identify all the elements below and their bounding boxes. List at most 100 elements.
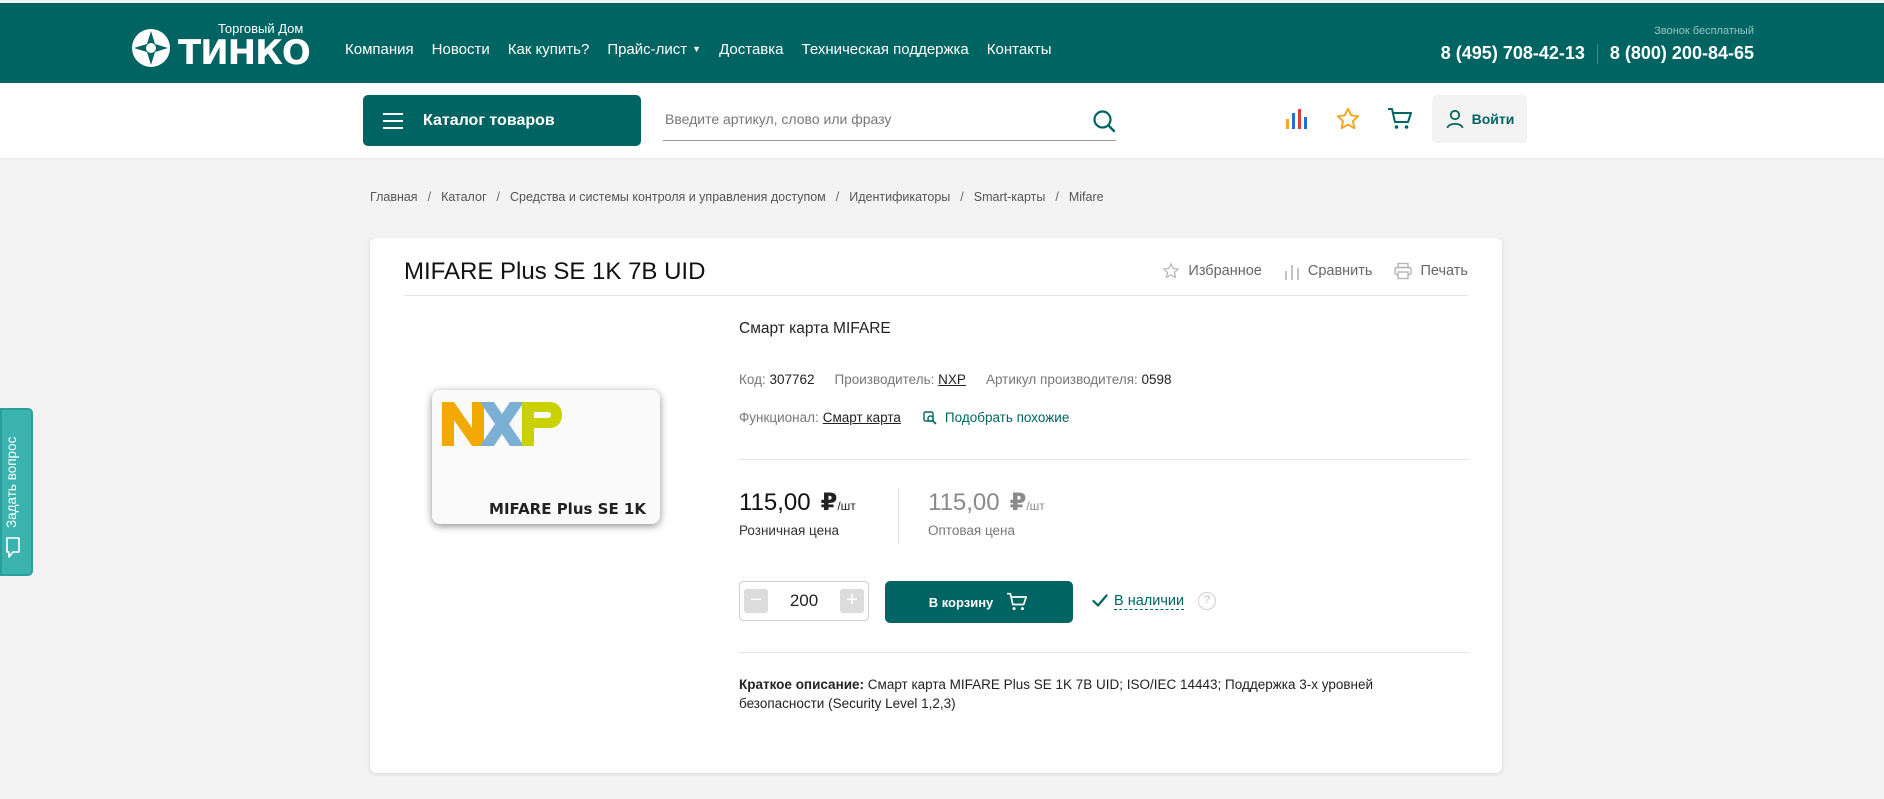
help-icon[interactable]: ? bbox=[1198, 592, 1217, 610]
top-header: Торговый Дом ТИНКО Компания Новости Как … bbox=[0, 0, 1884, 83]
menu-icon bbox=[383, 108, 403, 134]
nav-item-how-to-buy[interactable]: Как купить? bbox=[508, 41, 590, 58]
nav-item-company[interactable]: Компания bbox=[345, 41, 414, 58]
wholesale-price-label: Оптовая цена bbox=[928, 523, 1015, 538]
wholesale-price-block: 115,00 ₽/шт Оптовая цена bbox=[928, 488, 1045, 538]
logo-wordmark: ТИНКО bbox=[178, 33, 311, 73]
product-card: MIFARE Plus SE 1K 7B UID Избранное Сравн… bbox=[370, 238, 1502, 773]
print-label: Печать bbox=[1420, 263, 1468, 279]
user-icon bbox=[1446, 109, 1464, 129]
add-to-cart-button[interactable]: В корзину bbox=[885, 581, 1073, 623]
nav-item-delivery[interactable]: Доставка bbox=[719, 41, 783, 58]
compare-header-button[interactable] bbox=[1270, 95, 1322, 143]
article-value: 0598 bbox=[1141, 372, 1172, 387]
cart-icon bbox=[1007, 592, 1028, 611]
ask-question-label: Задать вопрос bbox=[4, 436, 19, 528]
retail-price-label: Розничная цена bbox=[739, 523, 840, 538]
chevron-down-icon: ▼ bbox=[692, 44, 702, 54]
card-print-text: MIFARE Plus SE 1K bbox=[489, 500, 646, 518]
short-description: Краткое описание: Смарт карта MIFARE Plu… bbox=[739, 675, 1419, 713]
divider bbox=[404, 295, 1468, 296]
qty-value[interactable]: 200 bbox=[790, 591, 818, 611]
code-value: 307762 bbox=[769, 372, 815, 387]
search-box bbox=[663, 101, 1116, 141]
retail-price-value: 115,00 bbox=[739, 489, 811, 516]
desc-label: Краткое описание: bbox=[739, 677, 865, 692]
free-call-note: Звонок бесплатный bbox=[1654, 25, 1754, 37]
login-button[interactable]: Войти bbox=[1432, 95, 1527, 143]
nav-item-contacts[interactable]: Контакты bbox=[987, 41, 1052, 58]
breadcrumb: Главная / Каталог / Средства и системы кон… bbox=[370, 190, 1104, 204]
nav-item-price-list[interactable]: Прайс-лист ▼ bbox=[607, 41, 701, 58]
article-label: Артикул производителя: bbox=[985, 372, 1138, 387]
phone-free[interactable]: 8 (800) 200-84-65 bbox=[1610, 43, 1754, 64]
nxp-logo-icon bbox=[442, 402, 562, 446]
nav-item-news[interactable]: Новости bbox=[432, 41, 490, 58]
maker-label: Производитель: bbox=[834, 372, 935, 387]
find-similar-link[interactable]: Подобрать похожие bbox=[923, 410, 1069, 425]
print-button[interactable]: Печать bbox=[1394, 262, 1468, 280]
divider bbox=[739, 652, 1468, 653]
maker-field: Производитель: NXP bbox=[835, 372, 966, 387]
star-icon bbox=[1336, 107, 1360, 130]
code-field: Код: 307762 bbox=[739, 372, 815, 387]
product-subtitle: Смарт карта MIFARE bbox=[739, 320, 891, 337]
catalog-button-label: Каталог товаров bbox=[423, 111, 555, 129]
ask-question-tab[interactable]: Задать вопрос bbox=[0, 408, 33, 576]
qty-increase-button[interactable]: + bbox=[840, 589, 864, 613]
compare-label: Сравнить bbox=[1307, 263, 1373, 279]
compare-bars-icon bbox=[1284, 265, 1299, 280]
product-image[interactable]: MIFARE Plus SE 1K bbox=[432, 390, 660, 524]
stock-link[interactable]: В наличии bbox=[1114, 593, 1185, 610]
add-to-cart-label: В корзину bbox=[928, 594, 994, 610]
price-unit: /шт bbox=[837, 499, 856, 513]
breadcrumb-item[interactable]: Идентификаторы bbox=[849, 190, 950, 204]
func-link[interactable]: Смарт карта bbox=[823, 410, 901, 425]
product-title: MIFARE Plus SE 1K 7B UID bbox=[404, 258, 706, 285]
chat-bubble-icon bbox=[6, 537, 20, 558]
breadcrumb-separator: / bbox=[835, 190, 840, 204]
compare-button[interactable]: Сравнить bbox=[1284, 262, 1373, 280]
favorite-label: Избранное bbox=[1188, 263, 1262, 279]
code-label: Код: bbox=[739, 372, 766, 387]
wholesale-price-value: 115,00 bbox=[928, 489, 1000, 516]
qty-decrease-button[interactable]: − bbox=[744, 589, 768, 613]
find-similar-icon bbox=[923, 410, 937, 425]
product-meta: Код: 307762 Производитель: NXP Артикул п… bbox=[739, 372, 1172, 387]
login-label: Войти bbox=[1471, 111, 1515, 127]
search-icon[interactable] bbox=[1092, 109, 1116, 133]
divider bbox=[739, 459, 1468, 460]
add-favorite-button[interactable]: Избранное bbox=[1162, 262, 1262, 280]
header-icons: Войти bbox=[1270, 95, 1527, 143]
breadcrumb-item[interactable]: Smart-карты bbox=[974, 190, 1046, 204]
find-similar-label: Подобрать похожие bbox=[944, 410, 1070, 425]
product-actions: Избранное Сравнить Печать bbox=[1162, 262, 1468, 280]
ruble-icon: ₽ bbox=[1009, 489, 1027, 516]
func-label: Функционал: bbox=[739, 410, 819, 425]
search-row: Каталог товаров Введите артикул, слово и… bbox=[0, 83, 1884, 158]
article-field: Артикул производителя: 0598 bbox=[986, 372, 1172, 387]
breadcrumb-item[interactable]: Каталог bbox=[441, 190, 486, 204]
nav-item-price-list-label: Прайс-лист bbox=[607, 41, 688, 58]
retail-price-block: 115,00 ₽/шт Розничная цена bbox=[739, 488, 856, 538]
checkmark-icon bbox=[1092, 594, 1108, 607]
breadcrumb-item[interactable]: Средства и системы контроля и управления… bbox=[510, 190, 826, 204]
cart-header-button[interactable] bbox=[1374, 95, 1426, 143]
breadcrumb-separator: / bbox=[427, 190, 432, 204]
breadcrumb-separator: / bbox=[1055, 190, 1059, 204]
stock-status: В наличии ? bbox=[1092, 592, 1217, 610]
site-logo[interactable]: Торговый Дом ТИНКО bbox=[130, 21, 311, 73]
price-divider bbox=[898, 488, 899, 544]
nav-item-support[interactable]: Техническая поддержка bbox=[802, 41, 969, 58]
breadcrumb-separator: / bbox=[960, 190, 964, 204]
quantity-stepper: − 200 + bbox=[739, 581, 869, 621]
main-nav: Компания Новости Как купить? Прайс-лист ▼… bbox=[345, 41, 1052, 58]
compare-chart-icon bbox=[1286, 109, 1307, 129]
favorites-header-button[interactable] bbox=[1322, 95, 1374, 143]
catalog-button[interactable]: Каталог товаров bbox=[363, 95, 641, 146]
ruble-icon: ₽ bbox=[820, 489, 838, 516]
breadcrumb-item[interactable]: Главная bbox=[370, 190, 418, 204]
search-input[interactable] bbox=[663, 101, 1063, 137]
phone-moscow[interactable]: 8 (495) 708-42-13 bbox=[1441, 43, 1585, 64]
maker-link[interactable]: NXP bbox=[938, 372, 966, 387]
